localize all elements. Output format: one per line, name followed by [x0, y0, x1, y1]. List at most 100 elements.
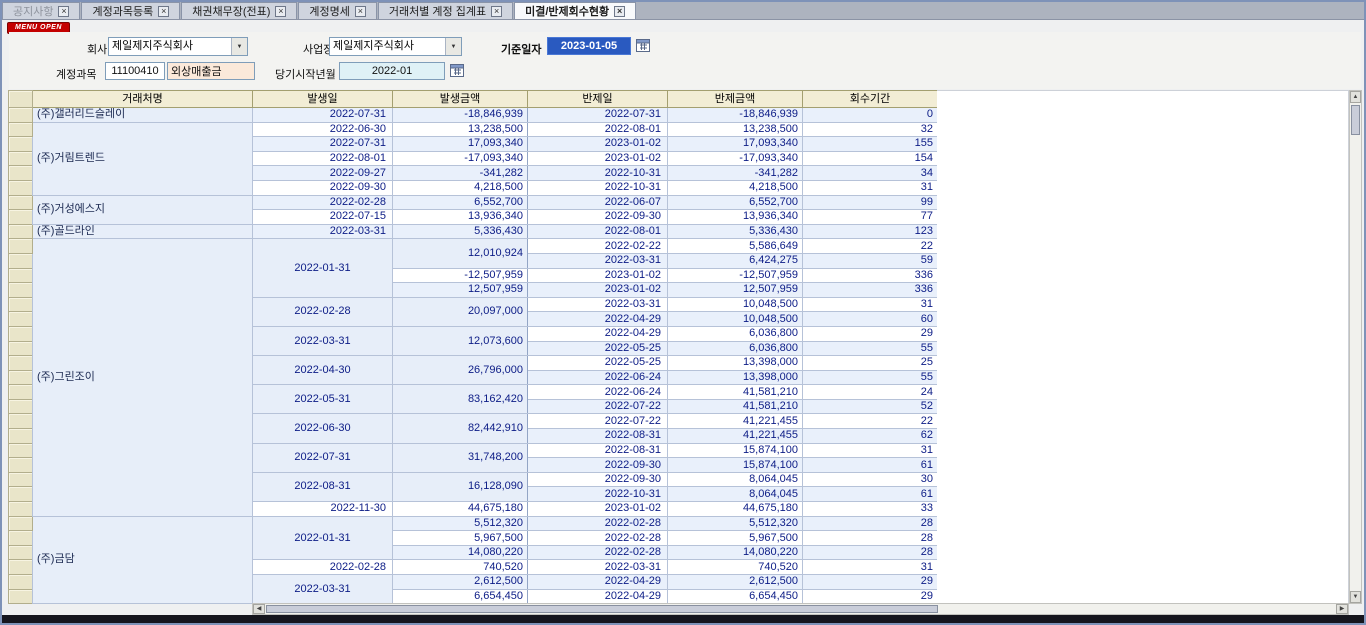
issue-amount-cell[interactable]: -12,507,959 — [393, 268, 528, 283]
settlement-date-cell[interactable]: 2023-01-02 — [528, 502, 668, 517]
row-header-cell[interactable] — [9, 531, 33, 546]
issue-amount-cell[interactable]: 82,442,910 — [393, 414, 528, 443]
settlement-date-cell[interactable]: 2023-01-02 — [528, 137, 668, 152]
collection-period-cell[interactable]: 22 — [803, 414, 938, 429]
collection-period-cell[interactable]: 31 — [803, 297, 938, 312]
issue-date-cell[interactable]: 2022-07-15 — [253, 210, 393, 225]
issue-amount-cell[interactable]: 17,093,340 — [393, 137, 528, 152]
settlement-amount-cell[interactable]: 13,936,340 — [668, 210, 803, 225]
customer-cell[interactable]: (주)갤러리드슬레이 — [33, 108, 253, 123]
issue-date-cell[interactable]: 2022-09-30 — [253, 180, 393, 195]
row-header-cell[interactable] — [9, 224, 33, 239]
scroll-up-icon[interactable]: ▲ — [1350, 91, 1361, 103]
settlement-amount-cell[interactable]: 15,874,100 — [668, 443, 803, 458]
collection-period-cell[interactable]: 28 — [803, 531, 938, 546]
issue-date-cell[interactable]: 2022-08-31 — [253, 472, 393, 501]
settlement-date-cell[interactable]: 2022-06-24 — [528, 370, 668, 385]
collection-period-cell[interactable]: 33 — [803, 502, 938, 517]
settlement-date-cell[interactable]: 2022-09-30 — [528, 210, 668, 225]
row-header-cell[interactable] — [9, 385, 33, 400]
settlement-amount-cell[interactable]: 41,581,210 — [668, 399, 803, 414]
settlement-date-cell[interactable]: 2022-06-24 — [528, 385, 668, 400]
issue-date-cell[interactable]: 2022-07-31 — [253, 137, 393, 152]
collection-period-cell[interactable]: 61 — [803, 487, 938, 502]
issue-date-cell[interactable]: 2022-05-31 — [253, 385, 393, 414]
row-header-cell[interactable] — [9, 370, 33, 385]
row-header-cell[interactable] — [9, 210, 33, 225]
settlement-date-cell[interactable]: 2022-10-31 — [528, 180, 668, 195]
scroll-left-icon[interactable]: ◀ — [253, 604, 265, 614]
tab-close-icon[interactable]: × — [158, 6, 169, 17]
settlement-amount-cell[interactable]: 6,424,275 — [668, 253, 803, 268]
settlement-date-cell[interactable]: 2022-04-29 — [528, 312, 668, 327]
settlement-amount-cell[interactable]: 13,398,000 — [668, 356, 803, 371]
issue-amount-cell[interactable]: 12,073,600 — [393, 326, 528, 355]
settlement-amount-cell[interactable]: 6,552,700 — [668, 195, 803, 210]
calendar-icon[interactable] — [449, 63, 464, 78]
issue-amount-cell[interactable]: -17,093,340 — [393, 151, 528, 166]
settlement-date-cell[interactable]: 2022-03-31 — [528, 253, 668, 268]
settlement-date-cell[interactable]: 2022-08-31 — [528, 429, 668, 444]
settlement-date-cell[interactable]: 2022-04-29 — [528, 326, 668, 341]
row-header-cell[interactable] — [9, 239, 33, 254]
column-header-issue-date[interactable]: 발생일 — [253, 91, 393, 108]
collection-period-cell[interactable]: 59 — [803, 253, 938, 268]
row-header-cell[interactable] — [9, 429, 33, 444]
settlement-date-cell[interactable]: 2022-05-25 — [528, 356, 668, 371]
settlement-date-cell[interactable]: 2023-01-02 — [528, 151, 668, 166]
settlement-date-cell[interactable]: 2023-01-02 — [528, 268, 668, 283]
row-header-cell[interactable] — [9, 458, 33, 473]
settlement-amount-cell[interactable]: 4,218,500 — [668, 180, 803, 195]
settlement-date-cell[interactable]: 2022-02-28 — [528, 516, 668, 531]
settlement-amount-cell[interactable]: 41,221,455 — [668, 429, 803, 444]
collection-period-cell[interactable]: 28 — [803, 516, 938, 531]
settlement-date-cell[interactable]: 2022-10-31 — [528, 166, 668, 181]
issue-date-cell[interactable]: 2022-01-31 — [253, 516, 393, 560]
scroll-right-icon[interactable]: ▶ — [1336, 604, 1348, 614]
settlement-amount-cell[interactable]: 6,654,450 — [668, 589, 803, 604]
issue-date-cell[interactable]: 2022-07-31 — [253, 443, 393, 472]
row-header-cell[interactable] — [9, 414, 33, 429]
row-header-cell[interactable] — [9, 516, 33, 531]
settlement-date-cell[interactable]: 2022-02-22 — [528, 239, 668, 254]
issue-amount-cell[interactable]: 83,162,420 — [393, 385, 528, 414]
settlement-date-cell[interactable]: 2023-01-02 — [528, 283, 668, 298]
settlement-date-cell[interactable]: 2022-05-25 — [528, 341, 668, 356]
collection-period-cell[interactable]: 60 — [803, 312, 938, 327]
collection-period-cell[interactable]: 0 — [803, 108, 938, 123]
row-header-cell[interactable] — [9, 297, 33, 312]
settlement-amount-cell[interactable]: 2,612,500 — [668, 575, 803, 590]
tab-4[interactable]: 거래처별 계정 집계표× — [378, 2, 513, 19]
collection-period-cell[interactable]: 99 — [803, 195, 938, 210]
account-code-input[interactable] — [105, 62, 165, 80]
settlement-amount-cell[interactable]: 8,064,045 — [668, 487, 803, 502]
issue-amount-cell[interactable]: 4,218,500 — [393, 180, 528, 195]
issue-amount-cell[interactable]: 2,612,500 — [393, 575, 528, 590]
settlement-amount-cell[interactable]: 8,064,045 — [668, 472, 803, 487]
period-start-input[interactable] — [339, 62, 445, 80]
issue-date-cell[interactable]: 2022-09-27 — [253, 166, 393, 181]
tab-0[interactable]: 공지사항× — [2, 2, 80, 19]
issue-amount-cell[interactable]: 13,238,500 — [393, 122, 528, 137]
settlement-date-cell[interactable]: 2022-03-31 — [528, 560, 668, 575]
issue-amount-cell[interactable]: 31,748,200 — [393, 443, 528, 472]
settlement-amount-cell[interactable]: 13,398,000 — [668, 370, 803, 385]
customer-cell[interactable]: (주)거성에스지 — [33, 195, 253, 224]
collection-period-cell[interactable]: 31 — [803, 560, 938, 575]
column-header-issue-amount[interactable]: 발생금액 — [393, 91, 528, 108]
settlement-date-cell[interactable]: 2022-04-29 — [528, 589, 668, 604]
settlement-date-cell[interactable]: 2022-10-31 — [528, 487, 668, 502]
settlement-amount-cell[interactable]: 5,512,320 — [668, 516, 803, 531]
customer-cell[interactable]: (주)골드라인 — [33, 224, 253, 239]
issue-amount-cell[interactable]: 5,336,430 — [393, 224, 528, 239]
column-header-collection-period[interactable]: 회수기간 — [803, 91, 938, 108]
row-header-cell[interactable] — [9, 575, 33, 590]
issue-amount-cell[interactable]: 5,512,320 — [393, 516, 528, 531]
company-select[interactable]: 제일제지주식회사 ▼ — [108, 37, 248, 56]
issue-date-cell[interactable]: 2022-03-31 — [253, 224, 393, 239]
settlement-amount-cell[interactable]: 41,221,455 — [668, 414, 803, 429]
account-name-field[interactable] — [167, 62, 255, 80]
collection-period-cell[interactable]: 61 — [803, 458, 938, 473]
row-header-cell[interactable] — [9, 180, 33, 195]
collection-period-cell[interactable]: 29 — [803, 589, 938, 604]
